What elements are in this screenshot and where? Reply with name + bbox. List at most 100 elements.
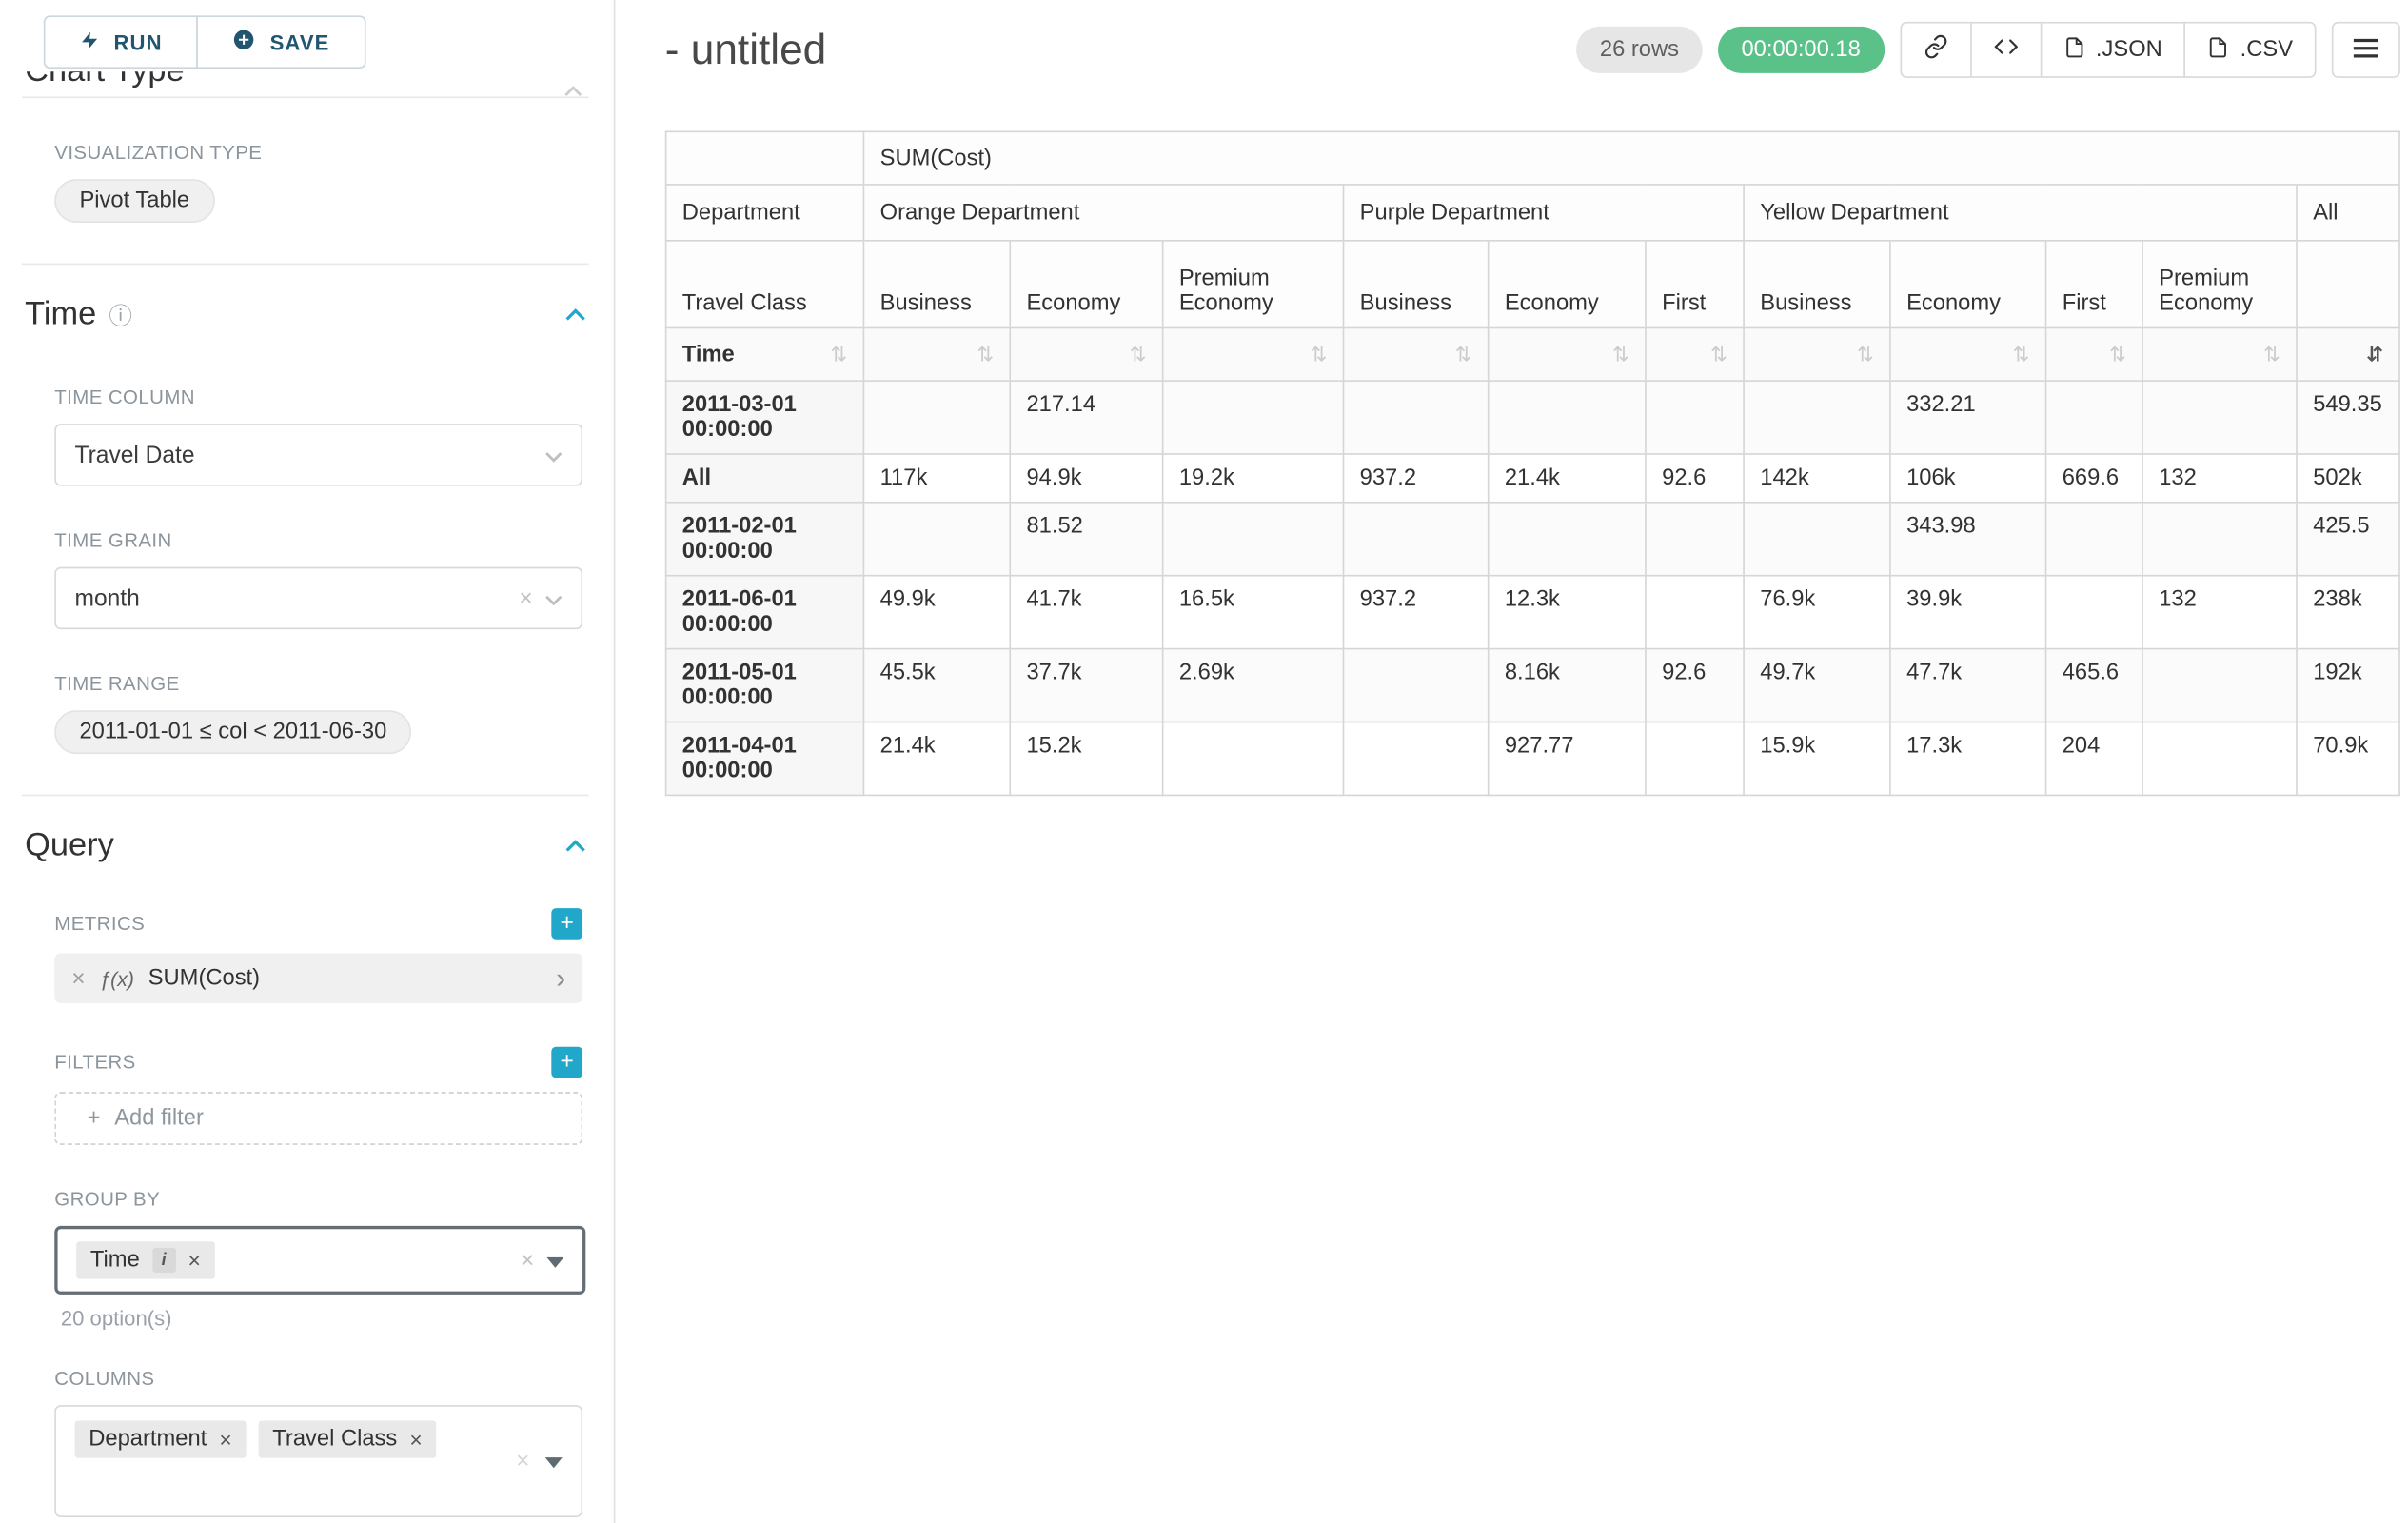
sort-descending-icon[interactable]: ⇵ (2366, 342, 2383, 366)
time-section-header[interactable]: Time ⓘ (25, 296, 585, 333)
sort-icon[interactable]: ⇅ (1130, 342, 1147, 366)
add-metric-button[interactable]: + (551, 908, 582, 940)
control-panel-sidebar: RUN SAVE Chart Type VISUALIZATION TYPE P… (0, 0, 615, 1523)
cell: 92.6 (1646, 454, 1744, 503)
tag-label: Travel Class (272, 1427, 397, 1452)
caret-down-icon[interactable] (545, 442, 563, 468)
time-sort-header[interactable]: Time⇅ (666, 327, 864, 381)
row-count-badge[interactable]: 26 rows (1576, 27, 1702, 73)
cell: 937.2 (1343, 576, 1488, 649)
caret-down-icon[interactable] (545, 1448, 563, 1474)
section-divider (22, 96, 589, 98)
remove-metric-icon[interactable]: × (71, 965, 85, 992)
remove-tag-icon[interactable]: × (188, 1248, 201, 1273)
group-by-tag-time[interactable]: Time i × (76, 1241, 214, 1278)
table-row: 2011-05-01 00:00:00 45.5k 37.7k 2.69k 8.… (666, 649, 2400, 722)
sort-icon[interactable]: ⇅ (977, 342, 994, 366)
caret-down-icon[interactable] (545, 585, 563, 612)
cell (1646, 576, 1744, 649)
remove-tag-icon[interactable]: × (409, 1427, 422, 1452)
column-sort-header[interactable]: ⇅ (1163, 327, 1344, 381)
row-label: 2011-04-01 00:00:00 (666, 722, 864, 796)
department-group-header: Purple Department (1343, 185, 1744, 241)
run-button[interactable]: RUN (44, 15, 198, 69)
export-json-button[interactable]: .JSON (2040, 22, 2185, 78)
sort-icon[interactable]: ⇅ (830, 342, 847, 366)
sort-icon[interactable]: ⇅ (1857, 342, 1874, 366)
column-sort-header[interactable]: ⇅ (863, 327, 1010, 381)
columns-tag-travel-class[interactable]: Travel Class × (259, 1420, 437, 1457)
all-column-header: All (2297, 185, 2399, 241)
time-grain-label: TIME GRAIN (54, 529, 582, 551)
cell: 937.2 (1343, 454, 1488, 503)
columns-label: COLUMNS (54, 1368, 582, 1390)
time-grain-select[interactable]: month × (54, 567, 582, 629)
remove-tag-icon[interactable]: × (219, 1427, 231, 1452)
chart-title[interactable]: - untitled (665, 26, 826, 74)
column-sort-header[interactable]: ⇅ (1890, 327, 2046, 381)
column-sort-header[interactable]: ⇅ (1010, 327, 1162, 381)
column-sort-header[interactable]: ⇅ (1744, 327, 1890, 381)
chevron-up-icon[interactable] (565, 301, 585, 328)
hamburger-menu-icon (2354, 36, 2378, 63)
column-sort-header[interactable]: ⇅ (2142, 327, 2297, 381)
share-link-button[interactable] (1900, 22, 1971, 78)
cell (1489, 503, 1646, 576)
cell: 217.14 (1010, 381, 1162, 454)
travel-class-header-row: Travel Class Business Economy Premium Ec… (666, 241, 2400, 328)
more-options-button[interactable] (2332, 22, 2400, 78)
travel-class-header: First (2046, 241, 2142, 328)
cell: 49.7k (1744, 649, 1890, 722)
row-label: 2011-05-01 00:00:00 (666, 649, 864, 722)
time-range-value[interactable]: 2011-01-01 ≤ col < 2011-06-30 (54, 710, 411, 754)
cell: 94.9k (1010, 454, 1162, 503)
info-icon[interactable]: ⓘ (109, 298, 132, 330)
tag-info-icon[interactable]: i (152, 1248, 176, 1273)
clear-icon[interactable]: × (519, 585, 532, 612)
add-filter-placeholder: Add filter (114, 1106, 204, 1131)
sort-icon[interactable]: ⇅ (2013, 342, 2030, 366)
export-csv-button[interactable]: .CSV (2184, 22, 2317, 78)
visualization-type-value[interactable]: Pivot Table (54, 179, 214, 223)
chevron-up-icon[interactable] (563, 76, 582, 96)
query-section-header[interactable]: Query (25, 827, 585, 864)
columns-tag-department[interactable]: Department × (75, 1420, 247, 1457)
add-filter-dropzone[interactable]: + Add filter (54, 1092, 582, 1145)
group-by-select[interactable]: Time i × × (54, 1226, 585, 1295)
embed-code-button[interactable] (1969, 22, 2041, 78)
row-label: All (666, 454, 864, 503)
cell: 21.4k (863, 722, 1010, 796)
time-column-select[interactable]: Travel Date (54, 424, 582, 485)
cell: 39.9k (1890, 576, 2046, 649)
cell (863, 381, 1010, 454)
metric-item[interactable]: × ƒ(x) SUM(Cost) › (54, 954, 582, 1003)
caret-down-icon[interactable] (546, 1247, 563, 1274)
all-sort-header[interactable]: ⇵ (2297, 327, 2399, 381)
sort-icon[interactable]: ⇅ (1710, 342, 1727, 366)
add-filter-plus-button[interactable]: + (551, 1047, 582, 1078)
sort-icon[interactable]: ⇅ (1612, 342, 1629, 366)
metric-item-label: SUM(Cost) (148, 966, 260, 991)
columns-select[interactable]: Department × Travel Class × × (54, 1405, 582, 1517)
sort-icon[interactable]: ⇅ (2109, 342, 2126, 366)
clear-icon[interactable]: × (521, 1247, 534, 1274)
cell: 81.52 (1010, 503, 1162, 576)
cell (2046, 381, 2142, 454)
chevron-up-icon[interactable] (565, 832, 585, 860)
chart-type-section-header[interactable]: Chart Type (22, 71, 585, 96)
column-sort-header[interactable]: ⇅ (1343, 327, 1488, 381)
clear-icon[interactable]: × (516, 1448, 529, 1474)
sort-icon[interactable]: ⇅ (1310, 342, 1327, 366)
cell (1343, 381, 1488, 454)
cell: 8.16k (1489, 649, 1646, 722)
cell (1489, 381, 1646, 454)
cell: 17.3k (1890, 722, 2046, 796)
sort-icon[interactable]: ⇅ (1455, 342, 1472, 366)
caret-right-icon[interactable]: › (556, 964, 565, 992)
column-sort-header[interactable]: ⇅ (1646, 327, 1744, 381)
save-button[interactable]: SAVE (197, 15, 366, 69)
column-sort-header[interactable]: ⇅ (1489, 327, 1646, 381)
cell: 49.9k (863, 576, 1010, 649)
column-sort-header[interactable]: ⇅ (2046, 327, 2142, 381)
sort-icon[interactable]: ⇅ (2263, 342, 2280, 366)
